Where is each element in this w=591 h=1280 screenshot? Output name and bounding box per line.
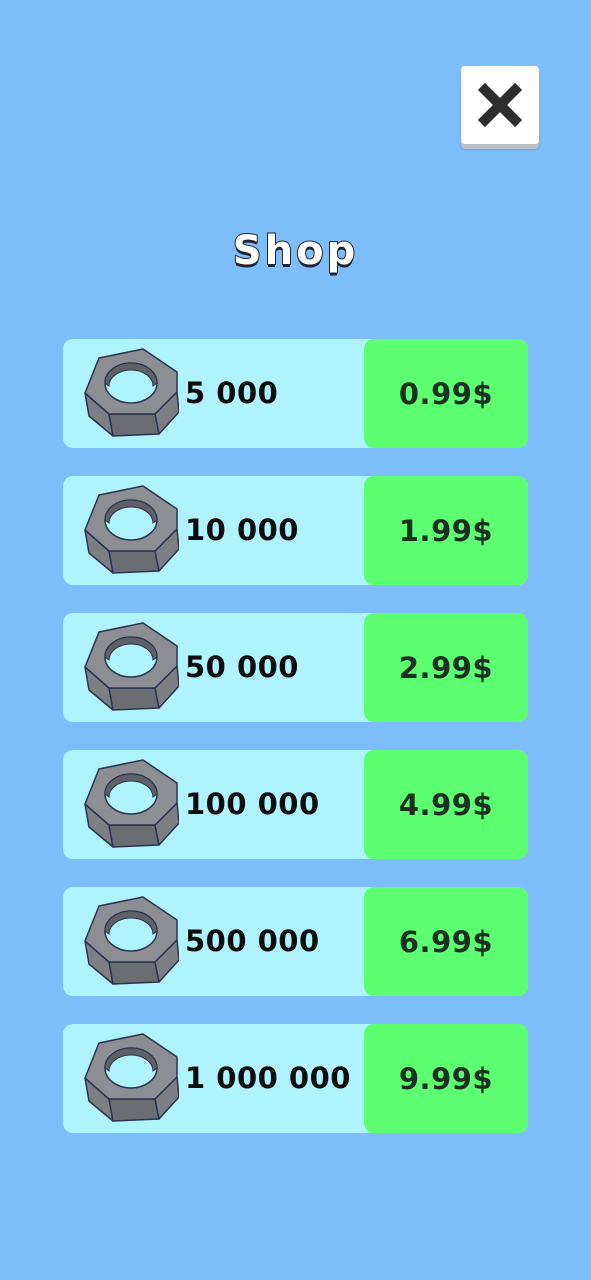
item-amount: 10 000 <box>185 513 299 547</box>
shop-item-list: 5 000 0.99$ 10 000 1.99$ 50 000 2.99$ 100 0… <box>63 339 528 1161</box>
hex-nut-icon <box>83 622 180 712</box>
close-x-icon <box>477 82 523 128</box>
buy-price-button[interactable]: 1.99$ <box>364 476 528 585</box>
buy-price-button[interactable]: 0.99$ <box>364 339 528 448</box>
shop-item-row: 100 000 4.99$ <box>63 750 528 859</box>
shop-item-row: 10 000 1.99$ <box>63 476 528 585</box>
shop-item-row: 500 000 6.99$ <box>63 887 528 996</box>
buy-price-button[interactable]: 6.99$ <box>364 887 528 996</box>
item-amount: 50 000 <box>185 650 299 684</box>
hex-nut-icon <box>83 1033 180 1123</box>
hex-nut-icon <box>83 348 180 438</box>
item-amount: 1 000 000 <box>185 1061 351 1095</box>
item-amount: 5 000 <box>185 376 279 410</box>
buy-price-button[interactable]: 2.99$ <box>364 613 528 722</box>
shop-item-row: 1 000 000 9.99$ <box>63 1024 528 1133</box>
hex-nut-icon <box>83 759 180 849</box>
shop-item-row: 5 000 0.99$ <box>63 339 528 448</box>
shop-item-row: 50 000 2.99$ <box>63 613 528 722</box>
buy-price-button[interactable]: 4.99$ <box>364 750 528 859</box>
hex-nut-icon <box>83 485 180 575</box>
buy-price-button[interactable]: 9.99$ <box>364 1024 528 1133</box>
hex-nut-icon <box>83 896 180 986</box>
close-button[interactable] <box>461 66 539 144</box>
item-amount: 100 000 <box>185 787 320 821</box>
shop-title: Shop <box>232 227 359 275</box>
item-amount: 500 000 <box>185 924 320 958</box>
